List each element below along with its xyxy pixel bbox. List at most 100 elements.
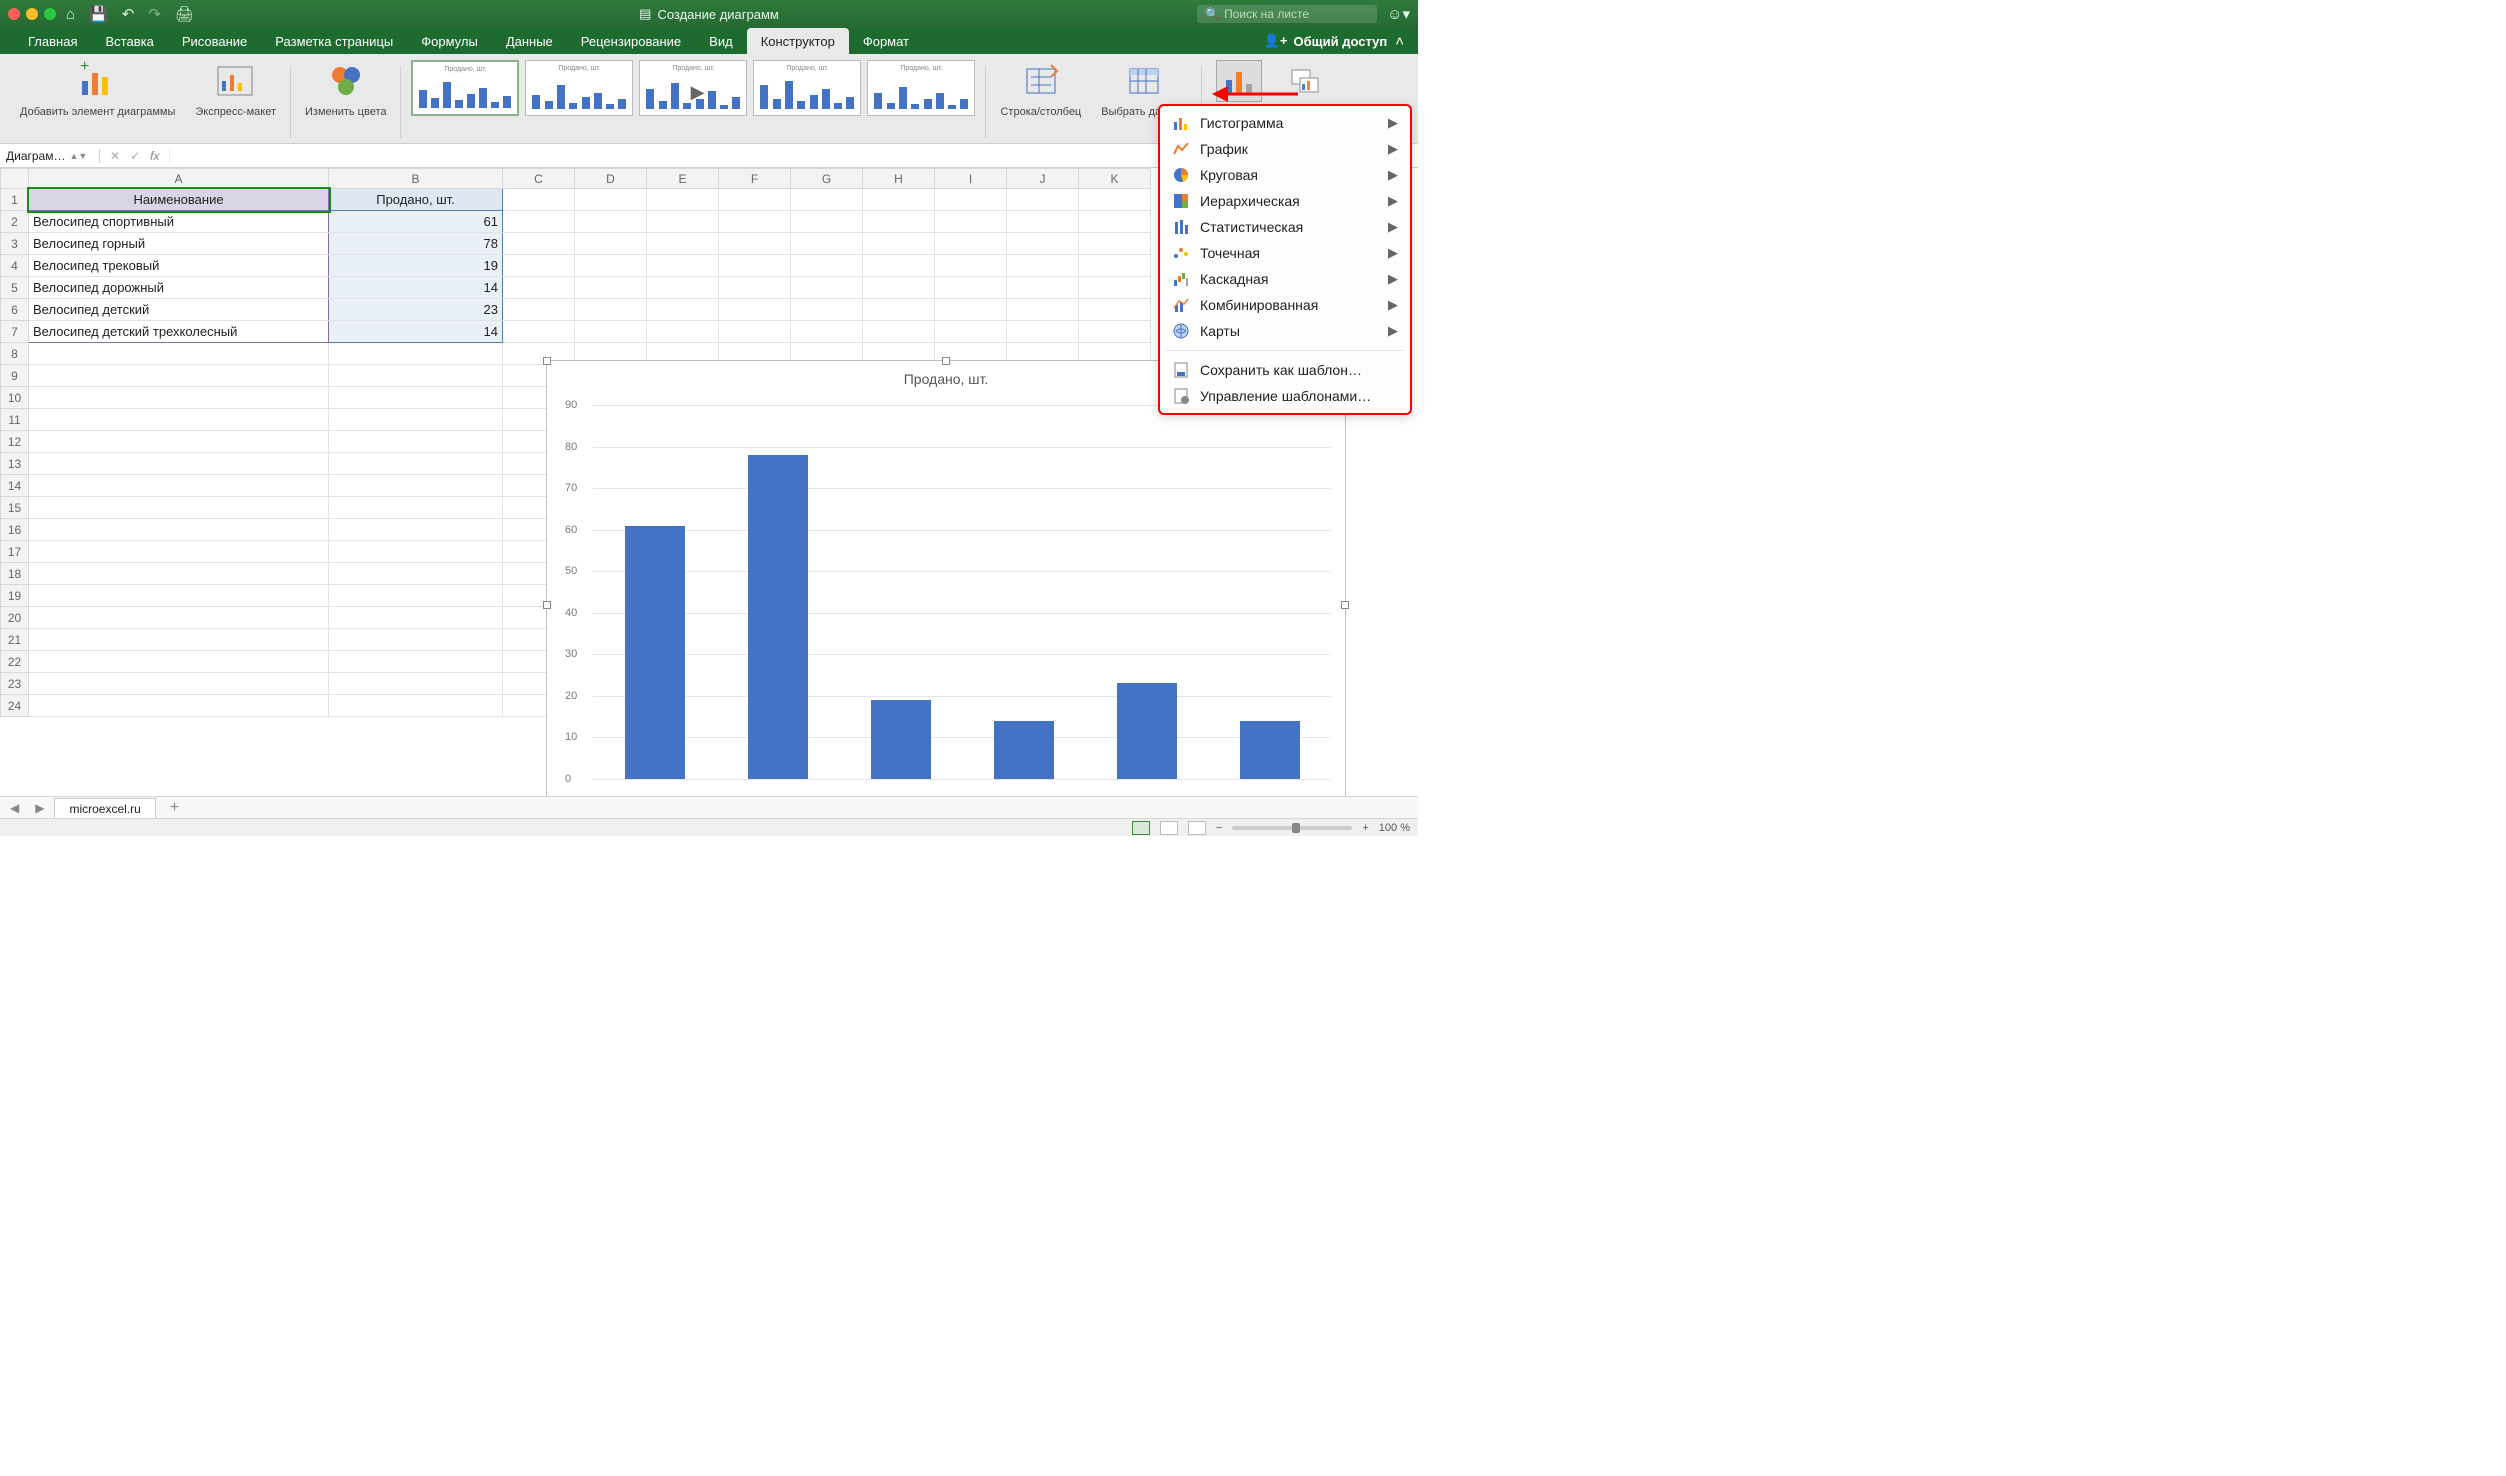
- cell-G4[interactable]: [791, 255, 863, 277]
- col-B[interactable]: B: [329, 169, 503, 189]
- add-sheet[interactable]: +: [160, 799, 189, 817]
- switch-row-col[interactable]: Строка/столбец: [990, 60, 1091, 142]
- cell-A2[interactable]: Велосипед спортивный: [29, 211, 329, 233]
- cell-B14[interactable]: [329, 475, 503, 497]
- cell-B11[interactable]: [329, 409, 503, 431]
- tab-Формулы[interactable]: Формулы: [407, 28, 492, 54]
- undo-icon[interactable]: ↶: [122, 5, 135, 23]
- cell-G6[interactable]: [791, 299, 863, 321]
- tab-Данные[interactable]: Данные: [492, 28, 567, 54]
- tab-Вставка[interactable]: Вставка: [91, 28, 167, 54]
- cancel-icon[interactable]: ✕: [110, 149, 120, 163]
- cell-D5[interactable]: [575, 277, 647, 299]
- tab-Рецензирование[interactable]: Рецензирование: [567, 28, 695, 54]
- redo-icon[interactable]: ↷: [148, 5, 161, 23]
- cell-A12[interactable]: [29, 431, 329, 453]
- cell-A16[interactable]: [29, 519, 329, 541]
- cell-I4[interactable]: [935, 255, 1007, 277]
- row-19[interactable]: 19: [1, 585, 29, 607]
- cell-A4[interactable]: Велосипед трековый: [29, 255, 329, 277]
- cell-B8[interactable]: [329, 343, 503, 365]
- bar[interactable]: [1117, 683, 1177, 779]
- chart-style-5[interactable]: Продано, шт.: [867, 60, 975, 116]
- row-18[interactable]: 18: [1, 563, 29, 585]
- resize-handle[interactable]: [942, 357, 950, 365]
- cell-E3[interactable]: [647, 233, 719, 255]
- cell-G2[interactable]: [791, 211, 863, 233]
- chart-object[interactable]: Продано, шт. 0102030405060708090 Велосип…: [546, 360, 1346, 802]
- cell-B2[interactable]: 61: [329, 211, 503, 233]
- cell-A11[interactable]: [29, 409, 329, 431]
- home-icon[interactable]: ⌂: [66, 6, 75, 23]
- row-23[interactable]: 23: [1, 673, 29, 695]
- row-3[interactable]: 3: [1, 233, 29, 255]
- name-box[interactable]: Диаграм…▲▼: [0, 149, 100, 163]
- cell-H6[interactable]: [863, 299, 935, 321]
- manage-templates[interactable]: Управление шаблонами…: [1160, 383, 1410, 409]
- cell-H3[interactable]: [863, 233, 935, 255]
- cell-B16[interactable]: [329, 519, 503, 541]
- cell-F5[interactable]: [719, 277, 791, 299]
- cell-G7[interactable]: [791, 321, 863, 343]
- cell-A19[interactable]: [29, 585, 329, 607]
- cell-A18[interactable]: [29, 563, 329, 585]
- chart-style-4[interactable]: Продано, шт.: [753, 60, 861, 116]
- plot-area[interactable]: 0102030405060708090: [593, 405, 1331, 779]
- row-16[interactable]: 16: [1, 519, 29, 541]
- bar[interactable]: [871, 700, 931, 779]
- cell-B23[interactable]: [329, 673, 503, 695]
- col-I[interactable]: I: [935, 169, 1007, 189]
- cell-B19[interactable]: [329, 585, 503, 607]
- cell-C7[interactable]: [503, 321, 575, 343]
- cell-A15[interactable]: [29, 497, 329, 519]
- resize-handle[interactable]: [543, 601, 551, 609]
- row-17[interactable]: 17: [1, 541, 29, 563]
- cell-K1[interactable]: [1079, 189, 1151, 211]
- cell-H1[interactable]: [863, 189, 935, 211]
- cell-B1[interactable]: Продано, шт.: [329, 189, 503, 211]
- cell-I7[interactable]: [935, 321, 1007, 343]
- tab-next[interactable]: ▶: [29, 801, 50, 815]
- tab-Главная[interactable]: Главная: [14, 28, 91, 54]
- charttype-map[interactable]: Карты▶: [1160, 318, 1410, 344]
- cell-D6[interactable]: [575, 299, 647, 321]
- close-window[interactable]: [8, 8, 20, 20]
- row-22[interactable]: 22: [1, 651, 29, 673]
- cell-J4[interactable]: [1007, 255, 1079, 277]
- charttype-stat[interactable]: Статистическая▶: [1160, 214, 1410, 240]
- col-G[interactable]: G: [791, 169, 863, 189]
- cell-I1[interactable]: [935, 189, 1007, 211]
- save-template[interactable]: Сохранить как шаблон…: [1160, 357, 1410, 383]
- cell-G5[interactable]: [791, 277, 863, 299]
- cell-I2[interactable]: [935, 211, 1007, 233]
- col-H[interactable]: H: [863, 169, 935, 189]
- select-all[interactable]: [1, 169, 29, 189]
- cell-A14[interactable]: [29, 475, 329, 497]
- page-layout-view[interactable]: [1160, 821, 1178, 835]
- cell-B10[interactable]: [329, 387, 503, 409]
- row-21[interactable]: 21: [1, 629, 29, 651]
- cell-B22[interactable]: [329, 651, 503, 673]
- cell-D3[interactable]: [575, 233, 647, 255]
- cell-B20[interactable]: [329, 607, 503, 629]
- cell-A17[interactable]: [29, 541, 329, 563]
- tab-Конструктор[interactable]: Конструктор: [747, 28, 849, 54]
- cell-B21[interactable]: [329, 629, 503, 651]
- charttype-bar[interactable]: Гистограмма▶: [1160, 110, 1410, 136]
- cell-A5[interactable]: Велосипед дорожный: [29, 277, 329, 299]
- share-button[interactable]: 👤+Общий доступ: [1264, 33, 1388, 49]
- cell-F7[interactable]: [719, 321, 791, 343]
- row-2[interactable]: 2: [1, 211, 29, 233]
- cell-A10[interactable]: [29, 387, 329, 409]
- charttype-tree[interactable]: Иерархическая▶: [1160, 188, 1410, 214]
- cell-D4[interactable]: [575, 255, 647, 277]
- cell-F4[interactable]: [719, 255, 791, 277]
- save-icon[interactable]: 💾: [89, 5, 108, 23]
- cell-F6[interactable]: [719, 299, 791, 321]
- charttype-combo[interactable]: Комбинированная▶: [1160, 292, 1410, 318]
- tab-Рисование[interactable]: Рисование: [168, 28, 261, 54]
- cell-B17[interactable]: [329, 541, 503, 563]
- charttype-line[interactable]: График▶: [1160, 136, 1410, 162]
- row-14[interactable]: 14: [1, 475, 29, 497]
- cell-B13[interactable]: [329, 453, 503, 475]
